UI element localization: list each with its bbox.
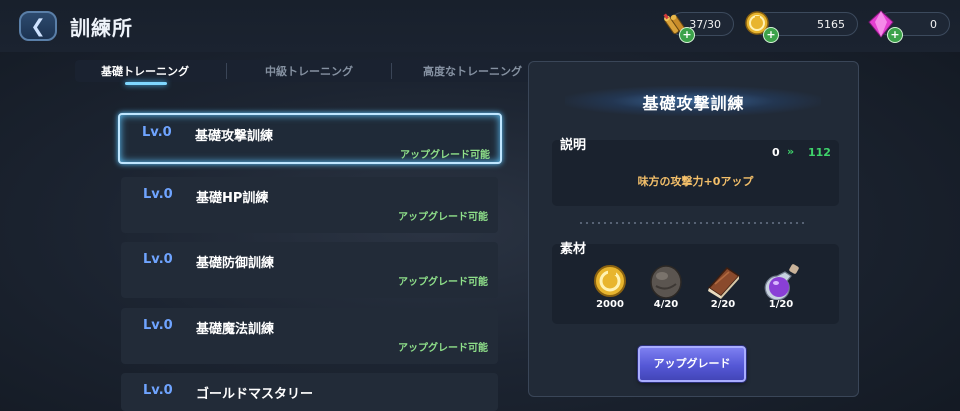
training-name: 基礎HP訓練 bbox=[196, 191, 269, 206]
detail-title: 基礎攻撃訓練 bbox=[642, 94, 745, 113]
gold-counter[interactable]: + 5165 bbox=[745, 11, 858, 43]
tab-divider bbox=[391, 63, 392, 79]
training-name: ゴールドマスタリー bbox=[196, 387, 314, 402]
gem-value: 0 bbox=[930, 18, 937, 31]
upgrade-available-label: アップグレード可能 bbox=[398, 343, 488, 354]
training-item-basic-attack[interactable]: Lv.0 基礎攻撃訓練 アップグレード可能 bbox=[118, 113, 502, 164]
gold-coin-icon bbox=[594, 265, 626, 297]
upgrade-available-label: アップグレード可能 bbox=[398, 212, 488, 223]
tab-basic-training[interactable]: 基礎トレーニング bbox=[101, 63, 189, 79]
dotted-divider bbox=[578, 222, 808, 224]
level-label: Lv.0 bbox=[142, 125, 172, 140]
training-item-basic-hp[interactable]: Lv.0 基礎HP訓練 アップグレード可能 bbox=[121, 177, 498, 233]
next-value: 112 bbox=[808, 146, 831, 159]
ammo-counter[interactable]: + 37/30 bbox=[663, 12, 734, 43]
training-item-gold-mastery[interactable]: Lv.0 ゴールドマスタリー bbox=[121, 373, 498, 411]
material-count: 1/20 bbox=[768, 299, 794, 310]
chevron-left-icon: ❮ bbox=[30, 15, 46, 37]
description-text: 味方の攻撃力+0アップ bbox=[637, 175, 754, 188]
gold-value: 5165 bbox=[817, 18, 845, 31]
training-name: 基礎魔法訓練 bbox=[196, 322, 275, 337]
training-item-basic-magic[interactable]: Lv.0 基礎魔法訓練 アップグレード可能 bbox=[121, 308, 498, 364]
training-tabs: 基礎トレーニング 中級トレーニング 高度なトレーニング bbox=[75, 60, 530, 82]
material-count: 2000 bbox=[596, 299, 624, 310]
level-label: Lv.0 bbox=[143, 187, 173, 202]
upgrade-available-label: アップグレード可能 bbox=[398, 277, 488, 288]
description-label: 説明 bbox=[560, 138, 587, 153]
level-label: Lv.0 bbox=[143, 383, 173, 398]
training-name: 基礎攻撃訓練 bbox=[195, 129, 274, 144]
page-title: 訓練所 bbox=[70, 16, 133, 40]
tab-divider bbox=[226, 63, 227, 79]
materials-label: 素材 bbox=[560, 242, 587, 257]
upgrade-button[interactable]: アップグレード bbox=[638, 346, 746, 382]
upgrade-available-label: アップグレード可能 bbox=[400, 150, 490, 161]
material-gold[interactable]: 2000 bbox=[590, 264, 630, 310]
back-button[interactable]: ❮ bbox=[19, 11, 57, 41]
level-label: Lv.0 bbox=[143, 318, 173, 333]
ammo-value: 37/30 bbox=[689, 18, 721, 31]
tab-advanced-training[interactable]: 高度なトレーニング bbox=[423, 63, 522, 79]
gem-counter[interactable]: + 0 bbox=[868, 10, 950, 43]
book-icon bbox=[707, 267, 741, 299]
material-stone[interactable]: 4/20 bbox=[646, 264, 686, 310]
material-count: 4/20 bbox=[653, 299, 679, 310]
material-book[interactable]: 2/20 bbox=[703, 264, 743, 310]
material-count: 2/20 bbox=[710, 299, 736, 310]
tab-intermediate-training[interactable]: 中級トレーニング bbox=[265, 63, 353, 79]
add-gold-button[interactable]: + bbox=[763, 27, 779, 43]
level-label: Lv.0 bbox=[143, 252, 173, 267]
current-value: 0 bbox=[772, 146, 780, 159]
stone-icon bbox=[650, 265, 682, 299]
add-gem-button[interactable]: + bbox=[887, 27, 903, 43]
potion-icon bbox=[764, 264, 799, 301]
training-name: 基礎防御訓練 bbox=[196, 256, 275, 271]
double-arrow-icon: » bbox=[787, 145, 794, 158]
active-tab-indicator bbox=[125, 82, 167, 85]
training-item-basic-defense[interactable]: Lv.0 基礎防御訓練 アップグレード可能 bbox=[121, 242, 498, 298]
material-potion[interactable]: 1/20 bbox=[761, 264, 801, 310]
